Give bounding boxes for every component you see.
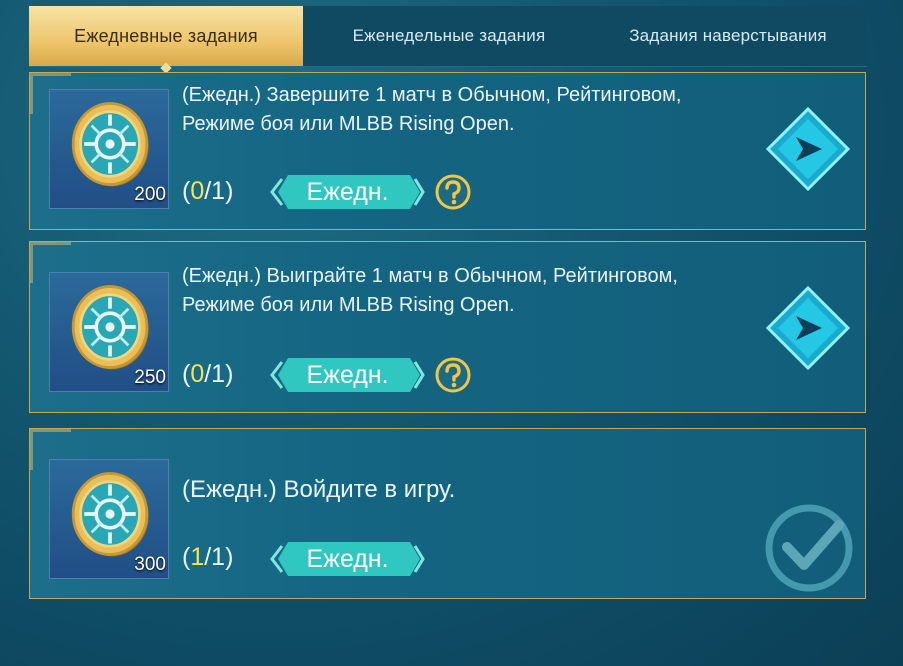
- reward-amount: 300: [134, 554, 166, 575]
- reward-box: 250: [49, 272, 169, 392]
- progress-current: 0: [190, 360, 205, 388]
- quest-card: 300 (Ежедн.) Войдите в игру. (1/1) Ежедн…: [29, 428, 866, 599]
- quest-progress: (1/1): [182, 543, 234, 571]
- reward-box: 300: [49, 459, 169, 579]
- quest-description: (Ежедн.) Завершите 1 матч в Обычном, Рей…: [182, 84, 682, 135]
- reward-amount: 200: [134, 184, 166, 205]
- progress-current: 1: [190, 543, 205, 571]
- quest-tab-bar: Ежедневные задания Еженедельные задания …: [29, 6, 867, 67]
- reward-box: 200: [49, 89, 169, 209]
- question-mark-icon[interactable]: [434, 173, 472, 211]
- gold-emblem-coin-icon: [64, 281, 156, 373]
- gold-emblem-coin-icon: [64, 98, 156, 190]
- quest-description: (Ежедн.) Войдите в игру.: [182, 476, 456, 503]
- quest-type-badge: Ежедн.: [270, 171, 425, 213]
- question-mark-icon[interactable]: [434, 356, 472, 394]
- quest-description: (Ежедн.) Выиграйте 1 матч в Обычном, Рей…: [182, 265, 678, 316]
- checkmark-circle-icon: [757, 499, 861, 597]
- quest-progress: (0/1): [182, 177, 234, 205]
- quest-type-badge: Ежедн.: [270, 354, 425, 396]
- quest-card: 200 (Ежедн.) Завершите 1 матч в Обычном,…: [29, 72, 866, 230]
- quest-type-badge: Ежедн.: [270, 538, 425, 580]
- tab-weekly-quests[interactable]: Еженедельные задания: [311, 6, 587, 66]
- tab-catchup-quests[interactable]: Задания наверстывания: [589, 6, 867, 66]
- reward-amount: 250: [134, 367, 166, 388]
- go-to-quest-button[interactable]: [766, 107, 850, 191]
- gold-emblem-coin-icon: [64, 468, 156, 560]
- go-to-quest-button[interactable]: [766, 286, 850, 370]
- quest-progress: (0/1): [182, 360, 234, 388]
- progress-current: 0: [190, 177, 205, 205]
- quest-card: 250 (Ежедн.) Выиграйте 1 матч в Обычном,…: [29, 241, 866, 413]
- tab-daily-quests[interactable]: Ежедневные задания: [29, 6, 303, 66]
